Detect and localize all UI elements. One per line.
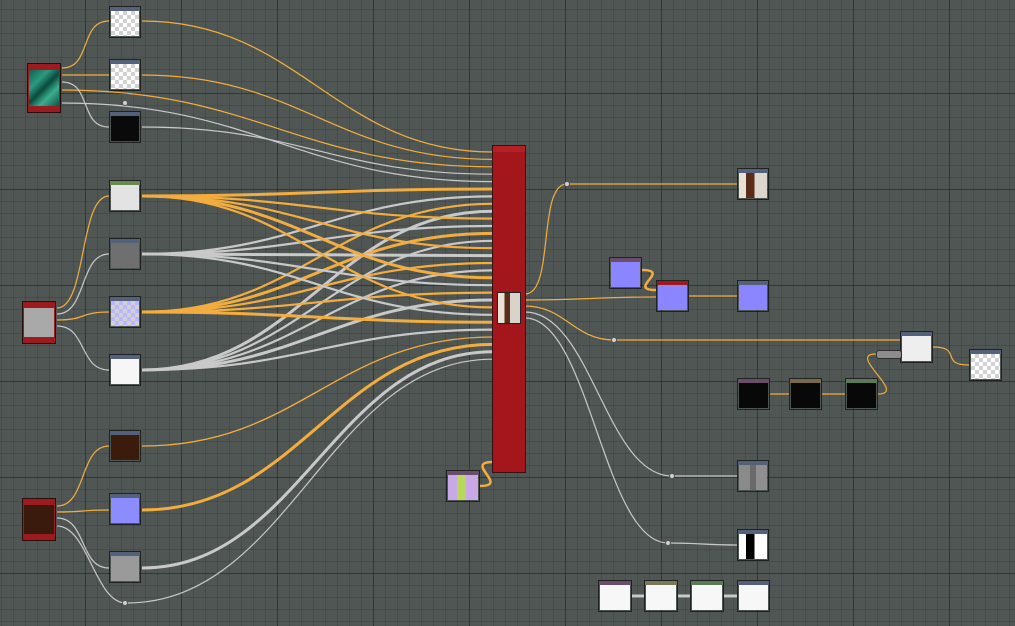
wire <box>141 336 494 447</box>
node-white[interactable] <box>109 354 141 386</box>
node-normal-red[interactable] <box>656 280 689 312</box>
source-node-brown[interactable] <box>22 498 56 541</box>
node-white-right[interactable] <box>900 331 933 363</box>
node-black-b[interactable] <box>789 378 822 410</box>
yellow-purple-thumbnail <box>448 475 478 500</box>
node-gray-2[interactable] <box>109 551 141 583</box>
node-lavender[interactable] <box>109 296 141 328</box>
wire <box>667 542 738 546</box>
reroute-dot[interactable] <box>564 181 570 187</box>
source-node-gray[interactable] <box>22 301 56 344</box>
lavender-thumbnail <box>111 301 139 326</box>
wire <box>141 350 494 570</box>
node-bottom-2[interactable] <box>644 580 678 612</box>
node-checker-right[interactable] <box>969 349 1002 381</box>
face-thumbnail <box>498 293 520 323</box>
wire <box>141 126 494 175</box>
node-bottom-3[interactable] <box>690 580 724 612</box>
normal-blue-thumbnail <box>739 285 767 310</box>
node-bottom-1[interactable] <box>598 580 632 612</box>
gray-thumbnail <box>24 308 54 337</box>
reroute-dot[interactable] <box>122 100 128 106</box>
reroute-dot[interactable] <box>122 600 128 606</box>
source-node-teal[interactable] <box>27 63 61 113</box>
node-yellow-purple[interactable] <box>446 470 480 502</box>
node-checker-2[interactable] <box>109 59 141 91</box>
gray-face-thumbnail <box>739 465 767 490</box>
node-brown[interactable] <box>109 430 141 462</box>
white-thumbnail <box>902 336 931 361</box>
checker-thumbnail <box>111 11 139 36</box>
wire <box>56 445 110 507</box>
reroute-dot[interactable] <box>665 540 671 546</box>
wire <box>932 346 970 366</box>
normal-blue-thumbnail <box>611 262 640 287</box>
material-output-header <box>493 146 525 152</box>
node-face-preview-right[interactable] <box>737 168 769 200</box>
white-thumbnail <box>739 585 768 610</box>
light-gray-thumbnail <box>111 185 139 210</box>
wire <box>524 317 669 544</box>
checker-thumbnail <box>111 64 139 89</box>
white-thumbnail <box>692 585 722 610</box>
node-gray-face[interactable] <box>737 460 769 492</box>
wire <box>56 325 110 371</box>
wire <box>56 195 110 309</box>
wire <box>56 311 110 321</box>
wire <box>641 268 657 292</box>
node-black-a[interactable] <box>737 378 770 410</box>
black-thumbnail <box>739 383 768 408</box>
wire <box>524 183 568 295</box>
checker-thumbnail <box>971 354 1000 379</box>
node-checker-1[interactable] <box>109 6 141 38</box>
wire <box>524 311 673 477</box>
node-black[interactable] <box>109 111 141 143</box>
wire <box>524 305 615 341</box>
brown-thumbnail <box>111 435 139 460</box>
bw-face-thumbnail <box>739 534 767 559</box>
node-black-c[interactable] <box>845 378 878 410</box>
face-preview-node[interactable] <box>497 292 521 324</box>
reroute-dot[interactable] <box>611 337 617 343</box>
node-light-gray[interactable] <box>109 180 141 212</box>
black-thumbnail <box>847 383 876 408</box>
stacked-connector[interactable] <box>876 350 902 359</box>
wire <box>56 517 110 569</box>
wire <box>524 296 657 301</box>
teal-noise-thumbnail <box>29 70 59 106</box>
normal-blue-thumbnail <box>658 285 687 310</box>
node-normal-b[interactable] <box>737 280 769 312</box>
black-thumbnail <box>111 116 139 141</box>
wire <box>141 209 494 372</box>
wire <box>141 20 494 153</box>
node-gray[interactable] <box>109 238 141 270</box>
wire <box>56 509 110 513</box>
black-thumbnail <box>791 383 820 408</box>
gray-thumbnail <box>111 243 139 268</box>
node-graph-canvas[interactable] <box>0 0 1015 626</box>
wire <box>61 20 110 69</box>
node-normal-a[interactable] <box>609 257 642 289</box>
wire <box>141 224 494 256</box>
wire <box>141 187 494 198</box>
node-bw-face[interactable] <box>737 529 769 561</box>
node-blue[interactable] <box>109 493 141 525</box>
reroute-dot[interactable] <box>669 473 675 479</box>
node-bottom-4[interactable] <box>737 580 770 612</box>
dark-brown-thumbnail <box>24 505 54 534</box>
white-thumbnail <box>646 585 676 610</box>
gray-thumbnail <box>111 556 139 581</box>
white-thumbnail <box>600 585 630 610</box>
white-thumbnail <box>111 359 139 384</box>
wire <box>141 202 494 314</box>
blue-thumbnail <box>111 498 139 523</box>
face-thumbnail <box>739 173 767 198</box>
